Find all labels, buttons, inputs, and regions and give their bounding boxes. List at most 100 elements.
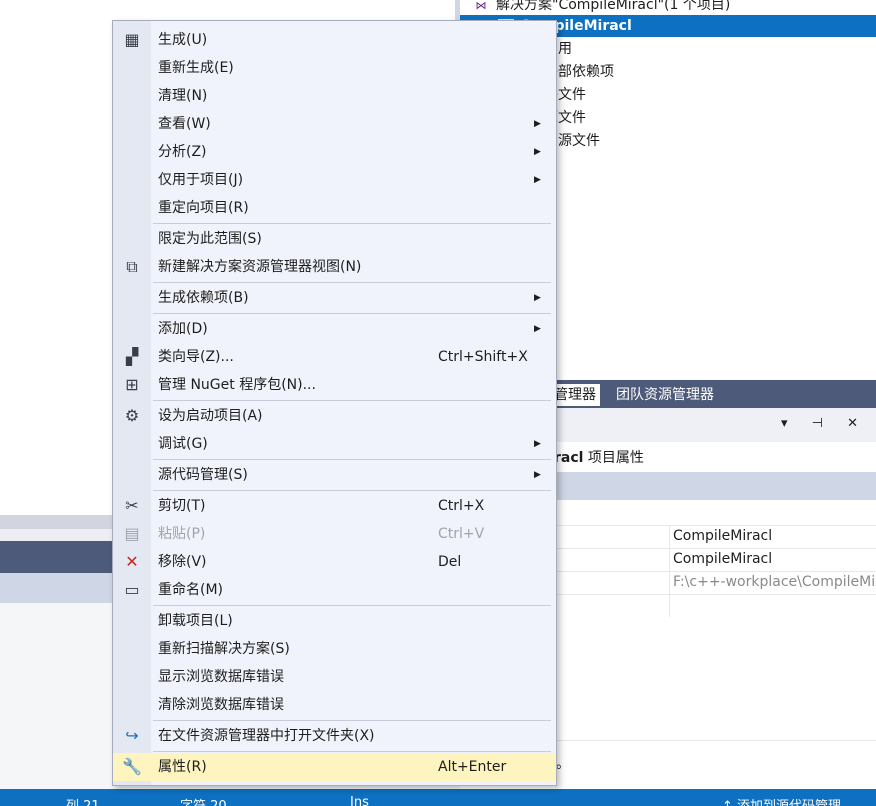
properties-title-suffix: 项目属性	[583, 450, 644, 466]
add-to-source-control-button[interactable]: ↑ 添加到源代码管理	[722, 795, 841, 806]
menu-item-label: 设为启动项目(A)	[158, 408, 263, 424]
menu-separator	[153, 751, 551, 752]
tab-team-explorer[interactable]: 团队资源管理器	[610, 384, 720, 406]
menu-item-label: 卸载项目(L)	[158, 613, 233, 629]
menu-item-8[interactable]: ⧉ 新建解决方案资源管理器视图(N)	[113, 253, 556, 281]
menu-item-15[interactable]: 源代码管理(S) ▶	[113, 461, 556, 489]
menu-item-2[interactable]: 清理(N)	[113, 82, 556, 110]
new-view-icon: ⧉	[126, 257, 138, 276]
menu-item-17: ▤ 粘贴(P) Ctrl+V	[113, 520, 556, 548]
menu-separator	[153, 400, 551, 401]
tree-solution-label: 解决方案"CompileMiracl"(1 个项目)	[496, 0, 731, 13]
wrench-icon: 🔧	[122, 757, 142, 776]
menu-item-label: 类向导(Z)...	[158, 349, 234, 365]
menu-separator	[153, 605, 551, 606]
menu-item-23[interactable]: 清除浏览数据库错误	[113, 691, 556, 719]
menu-item-6[interactable]: 重定向项目(R)	[113, 194, 556, 222]
menu-item-shortcut: Del	[438, 554, 462, 570]
menu-item-shortcut: Alt+Enter	[438, 759, 507, 775]
menu-item-shortcut: Ctrl+X	[438, 498, 485, 514]
menu-item-9[interactable]: 生成依赖项(B) ▶	[113, 284, 556, 312]
paste-icon: ▤	[124, 524, 140, 543]
menu-item-label: 新建解决方案资源管理器视图(N)	[158, 259, 362, 275]
submenu-arrow-icon: ▶	[534, 293, 541, 303]
menu-item-label: 重定向项目(R)	[158, 200, 249, 216]
menu-item-12[interactable]: ⊞ 管理 NuGet 程序包(N)...	[113, 371, 556, 399]
properties-title: racl 项目属性	[554, 447, 644, 467]
submenu-arrow-icon: ▶	[534, 119, 541, 129]
menu-item-label: 清理(N)	[158, 88, 208, 104]
status-bar: 列 21 字符 20 Ins ↑ 添加到源代码管理	[0, 789, 876, 806]
nuget-package-icon: ⊞	[125, 375, 139, 394]
menu-separator	[153, 459, 551, 460]
menu-separator	[153, 223, 551, 224]
menu-item-1[interactable]: 重新生成(E)	[113, 54, 556, 82]
remove-icon: ✕	[125, 552, 139, 571]
property-value: F:\c++-workplace\CompileMiracl	[673, 574, 876, 590]
menu-item-20[interactable]: 卸载项目(L)	[113, 607, 556, 635]
menu-item-label: 在文件资源管理器中打开文件夹(X)	[158, 728, 375, 744]
menu-item-label: 调试(G)	[158, 436, 208, 452]
submenu-arrow-icon: ▶	[534, 175, 541, 185]
menu-item-label: 属性(R)	[158, 759, 207, 775]
rename-icon: ▭	[124, 580, 140, 599]
submenu-arrow-icon: ▶	[534, 147, 541, 157]
menu-item-label: 重命名(M)	[158, 582, 224, 598]
gear-icon: ⚙	[124, 406, 140, 425]
properties-title-project: racl	[554, 450, 584, 466]
menu-item-22[interactable]: 显示浏览数据库错误	[113, 663, 556, 691]
menu-item-0[interactable]: ▦ 生成(U)	[113, 26, 556, 54]
menu-item-label: 生成(U)	[158, 32, 208, 48]
menu-item-7[interactable]: 限定为此范围(S)	[113, 225, 556, 253]
status-column: 列 21	[66, 795, 100, 806]
menu-item-16[interactable]: ✂ 剪切(T) Ctrl+X	[113, 492, 556, 520]
menu-separator	[153, 490, 551, 491]
scissors-icon: ✂	[125, 496, 139, 515]
menu-separator	[153, 282, 551, 283]
menu-item-label: 重新扫描解决方案(S)	[158, 641, 290, 657]
submenu-arrow-icon: ▶	[534, 439, 541, 449]
window-pin-close-icons[interactable]: ▾ ⊣ ✕	[781, 416, 868, 431]
property-value: CompileMiracl	[673, 551, 773, 567]
properties-description-text: 。	[556, 756, 570, 772]
menu-item-5[interactable]: 仅用于项目(J) ▶	[113, 166, 556, 194]
submenu-arrow-icon: ▶	[534, 324, 541, 334]
menu-item-shortcut: Ctrl+Shift+X	[438, 349, 528, 365]
menu-item-3[interactable]: 查看(W) ▶	[113, 110, 556, 138]
menu-item-label: 管理 NuGet 程序包(N)...	[158, 377, 316, 393]
property-divider	[669, 549, 670, 571]
menu-item-label: 移除(V)	[158, 554, 207, 570]
menu-item-10[interactable]: 添加(D) ▶	[113, 315, 556, 343]
project-context-menu: ▦ 生成(U) 重新生成(E) 清理(N) 查看(W) ▶ 分析(Z) ▶ 仅用于项目(J) ▶ 重…	[112, 20, 557, 786]
build-icon: ▦	[124, 30, 140, 49]
menu-item-13[interactable]: ⚙ 设为启动项目(A)	[113, 402, 556, 430]
menu-item-label: 生成依赖项(B)	[158, 290, 249, 306]
menu-separator	[153, 720, 551, 721]
menu-item-label: 清除浏览数据库错误	[158, 697, 284, 713]
menu-item-21[interactable]: 重新扫描解决方案(S)	[113, 635, 556, 663]
class-wizard-icon: ▞	[125, 347, 139, 366]
tree-solution-node[interactable]: ⋈ 解决方案"CompileMiracl"(1 个项目)	[474, 0, 731, 16]
menu-item-18[interactable]: ✕ 移除(V) Del	[113, 548, 556, 576]
menu-item-label: 仅用于项目(J)	[158, 172, 244, 188]
menu-item-label: 剪切(T)	[158, 498, 206, 514]
menu-item-label: 显示浏览数据库错误	[158, 669, 284, 685]
menu-item-14[interactable]: 调试(G) ▶	[113, 430, 556, 458]
open-folder-icon: ↪	[125, 726, 139, 745]
status-character: 字符 20	[180, 795, 227, 806]
menu-item-24[interactable]: ↪ 在文件资源管理器中打开文件夹(X)	[113, 722, 556, 750]
property-divider	[669, 572, 670, 594]
menu-item-label: 限定为此范围(S)	[158, 231, 262, 247]
menu-item-label: 查看(W)	[158, 116, 211, 132]
menu-item-label: 粘贴(P)	[158, 526, 206, 542]
menu-item-25[interactable]: 🔧 属性(R) Alt+Enter	[113, 753, 556, 781]
menu-item-label: 源代码管理(S)	[158, 467, 248, 483]
menu-item-11[interactable]: ▞ 类向导(Z)... Ctrl+Shift+X	[113, 343, 556, 371]
menu-item-4[interactable]: 分析(Z) ▶	[113, 138, 556, 166]
menu-item-label: 分析(Z)	[158, 144, 207, 160]
menu-item-19[interactable]: ▭ 重命名(M)	[113, 576, 556, 604]
menu-item-shortcut: Ctrl+V	[438, 526, 485, 542]
menu-item-label: 重新生成(E)	[158, 60, 234, 76]
property-divider	[669, 595, 670, 617]
menu-separator	[153, 313, 551, 314]
